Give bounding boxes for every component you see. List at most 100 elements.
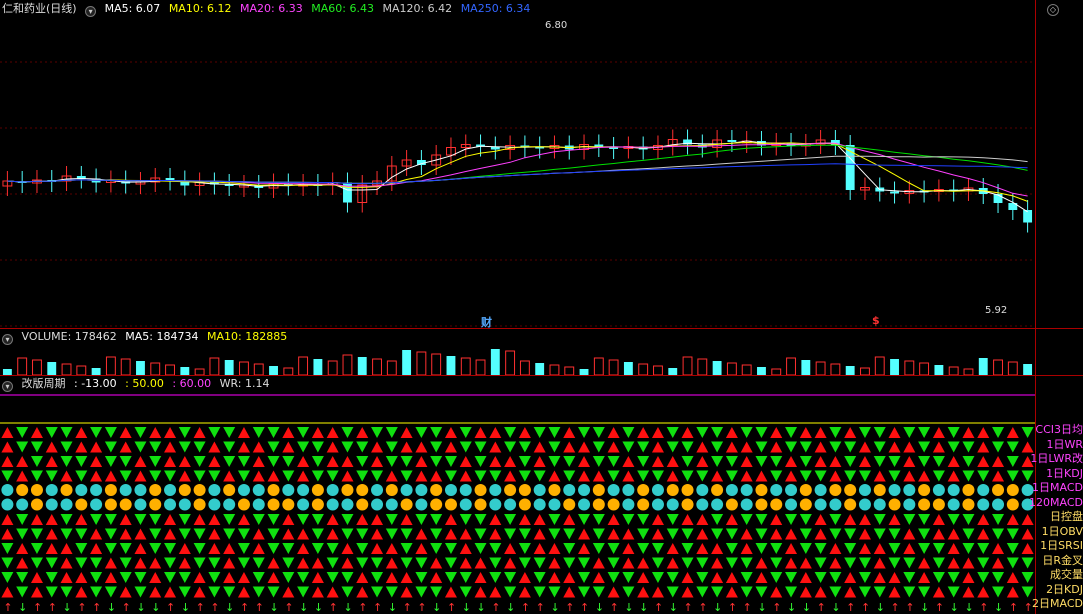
signal-up-triangle [326,441,339,453]
volume-bar [786,357,796,375]
signal-up-triangle [75,441,88,453]
signal-down-triangle [326,543,339,554]
signal-arrow: ↑ [743,601,752,612]
signal-down-triangle [607,557,620,569]
signal-face [858,498,871,511]
signal-down-triangle [237,470,250,482]
signal-down-triangle [267,427,280,438]
signal-down-triangle [858,427,871,438]
signal-down-triangle [651,572,664,583]
signal-grid[interactable]: ↑ ↓ ↑ ↑ ↓ ↑ ↑ ↓ ↑ ↓ ↓ ↑ ↓ ↑ ↑ ↓ ↑ ↑ ↓ ↑ ↓ ↓ ↑ ↓ ↑ ↑ ↓ ↑ ↑ ↓ ↑ ↓ ↓ ↑ ↓ ↑ ↑ ↓ ↑ ↑… [0,392,1035,612]
expand-icon[interactable]: ◇ [1047,4,1059,16]
signal-arrow: ↓ [595,601,604,612]
signal-face [844,498,857,511]
signal-arrow: ↑ [3,601,12,612]
signal-down-triangle [829,528,842,540]
signal-face [873,498,886,511]
signal-face [223,484,236,496]
signal-down-triangle [341,528,354,540]
signal-down-triangle [977,557,990,569]
signal-up-triangle [873,557,886,569]
signal-down-triangle [149,543,162,554]
volume-bar [653,365,663,375]
signal-up-triangle [45,514,58,525]
signal-up-triangle [533,441,546,453]
signal-down-triangle [844,441,857,453]
signal-down-triangle [903,586,916,598]
signal-down-triangle [164,572,177,583]
signal-arrow: ↑ [846,601,855,612]
signal-down-triangle [755,514,768,525]
signal-down-triangle [666,572,679,583]
signal-up-triangle [829,543,842,554]
signal-up-triangle [193,514,206,525]
signal-down-triangle [400,456,413,467]
signal-down-triangle [60,441,73,453]
signal-up-triangle [504,557,517,569]
price-chart[interactable] [0,16,1035,328]
signal-down-triangle [30,557,43,569]
signal-up-triangle [30,572,43,583]
signal-down-triangle [223,456,236,467]
signal-up-triangle [356,572,369,583]
signal-label: 1日MACD [1032,481,1083,494]
signal-down-triangle [755,528,768,540]
signal-up-triangle [533,543,546,554]
signal-up-triangle [711,470,724,482]
signal-up-triangle [607,586,620,598]
signal-up-triangle [119,514,132,525]
signal-up-triangle [1006,586,1019,598]
signal-up-triangle [371,514,384,525]
volume-bar [638,363,649,375]
signal-down-triangle [474,456,487,467]
signal-face [223,498,236,511]
signal-down-triangle [1021,557,1034,569]
signal-up-triangle [149,427,162,438]
signal-down-triangle [918,456,931,467]
signal-face [16,498,29,511]
signal-up-triangle [563,427,576,438]
signal-down-triangle [799,543,812,554]
signal-down-triangle [178,427,191,438]
signal-face [977,484,990,496]
signal-up-triangle [371,543,384,554]
signal-down-triangle [666,514,679,525]
signal-up-triangle [844,586,857,598]
signal-up-triangle [119,427,132,438]
signal-face [711,498,724,511]
signal-down-triangle [1006,441,1019,453]
signal-up-triangle [785,543,798,554]
signal-down-triangle [178,586,191,598]
signal-down-triangle [992,528,1005,540]
volume-bar [874,356,885,375]
signal-down-triangle [60,427,73,438]
signal-face [415,484,428,496]
signal-up-triangle [282,427,295,438]
volume-bar [564,366,575,375]
signal-up-triangle [666,470,679,482]
signal-down-triangle [30,470,43,482]
signal-up-triangle [814,427,827,438]
signal-down-triangle [518,528,531,540]
dividend-marker[interactable]: $ [872,314,880,327]
signal-down-triangle [814,557,827,569]
volume-chart[interactable] [0,345,1035,375]
signal-face [504,498,517,511]
signal-face [666,484,679,496]
volume-menu-icon[interactable]: ▾ [2,334,13,345]
signal-down-triangle [193,456,206,467]
signal-down-triangle [607,543,620,554]
signal-face [400,484,413,496]
signal-up-triangle [858,441,871,453]
signal-down-triangle [311,543,324,554]
signal-down-triangle [903,427,916,438]
signal-down-triangle [474,470,487,482]
candle-down [890,191,899,194]
signal-up-triangle [341,470,354,482]
signal-up-triangle [622,456,635,467]
signal-down-triangle [607,456,620,467]
signal-arrow: ↑ [861,601,870,612]
signal-down-triangle [873,441,886,453]
signal-up-triangle [297,528,310,540]
indicator-panel-menu-icon[interactable]: ▾ [2,381,13,392]
